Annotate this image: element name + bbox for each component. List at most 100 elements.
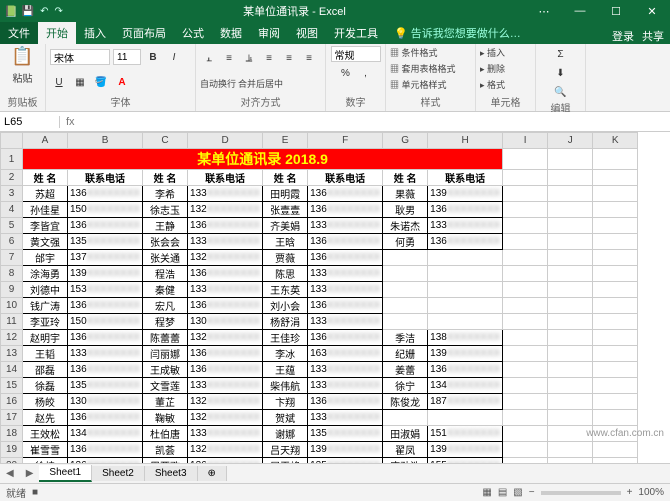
data-cell[interactable] (383, 282, 428, 298)
row-header[interactable]: 7 (1, 250, 23, 266)
data-cell[interactable]: 136XXXXXXXX (68, 218, 143, 234)
data-cell[interactable] (383, 266, 428, 282)
data-cell[interactable]: 徐志玉 (143, 202, 188, 218)
header-cell[interactable]: 联系电话 (68, 170, 143, 186)
data-cell[interactable]: 136XXXXXXXX (188, 218, 263, 234)
minimize-icon[interactable]: — (562, 0, 598, 22)
data-cell[interactable]: 139XXXXXXXX (428, 186, 503, 202)
header-cell[interactable]: 联系电话 (428, 170, 503, 186)
data-cell[interactable] (383, 298, 428, 314)
row-header[interactable]: 8 (1, 266, 23, 282)
data-cell[interactable]: 136XXXXXXXX (188, 346, 263, 362)
fill-icon[interactable]: ⬇ (552, 65, 570, 81)
data-cell[interactable]: 133XXXXXXXX (308, 362, 383, 378)
tab-file[interactable]: 文件 (0, 22, 38, 44)
row-header[interactable]: 18 (1, 426, 23, 442)
data-cell[interactable]: 136XXXXXXXX (308, 250, 383, 266)
data-cell[interactable]: 130XXXXXXXX (68, 394, 143, 410)
row-header[interactable]: 12 (1, 330, 23, 346)
data-cell[interactable]: 133XXXXXXXX (308, 282, 383, 298)
data-cell[interactable]: 187XXXXXXXX (428, 394, 503, 410)
data-cell[interactable]: 苏超 (23, 186, 68, 202)
tell-me[interactable]: 💡 告诉我您想要做什么… (386, 22, 529, 44)
data-cell[interactable] (428, 410, 503, 426)
header-cell[interactable]: 姓 名 (383, 170, 428, 186)
maximize-icon[interactable]: ☐ (598, 0, 634, 22)
align-center-icon[interactable]: ≡ (280, 50, 298, 66)
data-cell[interactable]: 董芷 (143, 394, 188, 410)
align-bottom-icon[interactable]: ⫡ (240, 50, 258, 66)
row-header[interactable]: 17 (1, 410, 23, 426)
data-cell[interactable]: 徐宁 (383, 378, 428, 394)
align-left-icon[interactable]: ≡ (260, 50, 278, 66)
data-cell[interactable]: 徐炜 (23, 458, 68, 464)
data-cell[interactable]: 132XXXXXXXX (188, 330, 263, 346)
data-cell[interactable]: 赵明宇 (23, 330, 68, 346)
data-cell[interactable]: 133XXXXXXXX (428, 218, 503, 234)
data-cell[interactable] (428, 250, 503, 266)
macro-record-icon[interactable]: ■ (32, 487, 38, 498)
row-header[interactable]: 15 (1, 378, 23, 394)
data-cell[interactable]: 贾薇 (263, 250, 308, 266)
data-cell[interactable]: 139XXXXXXXX (428, 346, 503, 362)
col-header[interactable]: J (548, 133, 593, 149)
row-header[interactable]: 20 (1, 458, 23, 464)
data-cell[interactable]: 136XXXXXXXX (188, 266, 263, 282)
header-cell[interactable]: 姓 名 (23, 170, 68, 186)
data-cell[interactable]: 136XXXXXXXX (68, 298, 143, 314)
data-cell[interactable]: 田淑娟 (383, 426, 428, 442)
tab-review[interactable]: 审阅 (250, 22, 288, 44)
data-cell[interactable]: 周亚歌 (143, 458, 188, 464)
data-cell[interactable]: 宏凡 (143, 298, 188, 314)
data-cell[interactable]: 王晗 (263, 234, 308, 250)
data-cell[interactable]: 150XXXXXXXX (68, 314, 143, 330)
format-cells-button[interactable]: ▸ 格式 (480, 78, 505, 91)
data-cell[interactable]: 132XXXXXXXX (188, 202, 263, 218)
data-cell[interactable]: 刘德中 (23, 282, 68, 298)
data-cell[interactable]: 季洁 (383, 330, 428, 346)
data-cell[interactable]: 150XXXXXXXX (68, 202, 143, 218)
data-cell[interactable]: 132XXXXXXXX (188, 250, 263, 266)
data-cell[interactable]: 163XXXXXXXX (308, 346, 383, 362)
data-cell[interactable]: 136XXXXXXXX (68, 362, 143, 378)
data-cell[interactable]: 鞠敏 (143, 410, 188, 426)
data-cell[interactable] (428, 314, 503, 330)
zoom-level[interactable]: 100% (638, 487, 664, 498)
data-cell[interactable]: 朱诺杰 (383, 218, 428, 234)
currency-icon[interactable]: % (337, 65, 355, 81)
font-size-input[interactable] (113, 49, 141, 65)
data-cell[interactable]: 吕天翔 (263, 442, 308, 458)
save-icon[interactable]: 💾 (22, 6, 34, 17)
data-cell[interactable]: 杜伯唐 (143, 426, 188, 442)
font-name-input[interactable] (50, 49, 110, 65)
sheet-tab-3[interactable]: Sheet3 (145, 466, 198, 481)
data-cell[interactable]: 136XXXXXXXX (188, 458, 263, 464)
data-cell[interactable]: 杨舒涓 (263, 314, 308, 330)
data-cell[interactable]: 139XXXXXXXX (428, 442, 503, 458)
fill-color-icon[interactable]: 🪣 (92, 75, 110, 91)
data-cell[interactable]: 136XXXXXXXX (188, 362, 263, 378)
data-cell[interactable]: 135XXXXXXXX (68, 378, 143, 394)
data-cell[interactable]: 151XXXXXXXX (428, 426, 503, 442)
delete-cells-button[interactable]: ▸ 删除 (480, 62, 505, 75)
data-cell[interactable]: 陈俊龙 (383, 394, 428, 410)
autosum-icon[interactable]: Σ (552, 46, 570, 62)
col-header[interactable]: H (428, 133, 503, 149)
data-cell[interactable]: 133XXXXXXXX (188, 186, 263, 202)
data-cell[interactable]: 孙佳星 (23, 202, 68, 218)
sheet-tab-1[interactable]: Sheet1 (39, 465, 92, 482)
data-cell[interactable]: 邵磊 (23, 362, 68, 378)
cond-format-button[interactable]: ▦ 条件格式 (390, 46, 438, 59)
row-header[interactable]: 9 (1, 282, 23, 298)
data-cell[interactable]: 136XXXXXXXX (68, 458, 143, 464)
col-header[interactable]: F (308, 133, 383, 149)
data-cell[interactable]: 张关通 (143, 250, 188, 266)
data-cell[interactable]: 133XXXXXXXX (188, 378, 263, 394)
align-middle-icon[interactable]: ≡ (220, 50, 238, 66)
data-cell[interactable]: 133XXXXXXXX (308, 314, 383, 330)
data-cell[interactable]: 张会会 (143, 234, 188, 250)
tab-insert[interactable]: 插入 (76, 22, 114, 44)
col-header[interactable]: D (188, 133, 263, 149)
data-cell[interactable]: 136XXXXXXXX (68, 442, 143, 458)
row-header[interactable]: 1 (1, 149, 23, 170)
